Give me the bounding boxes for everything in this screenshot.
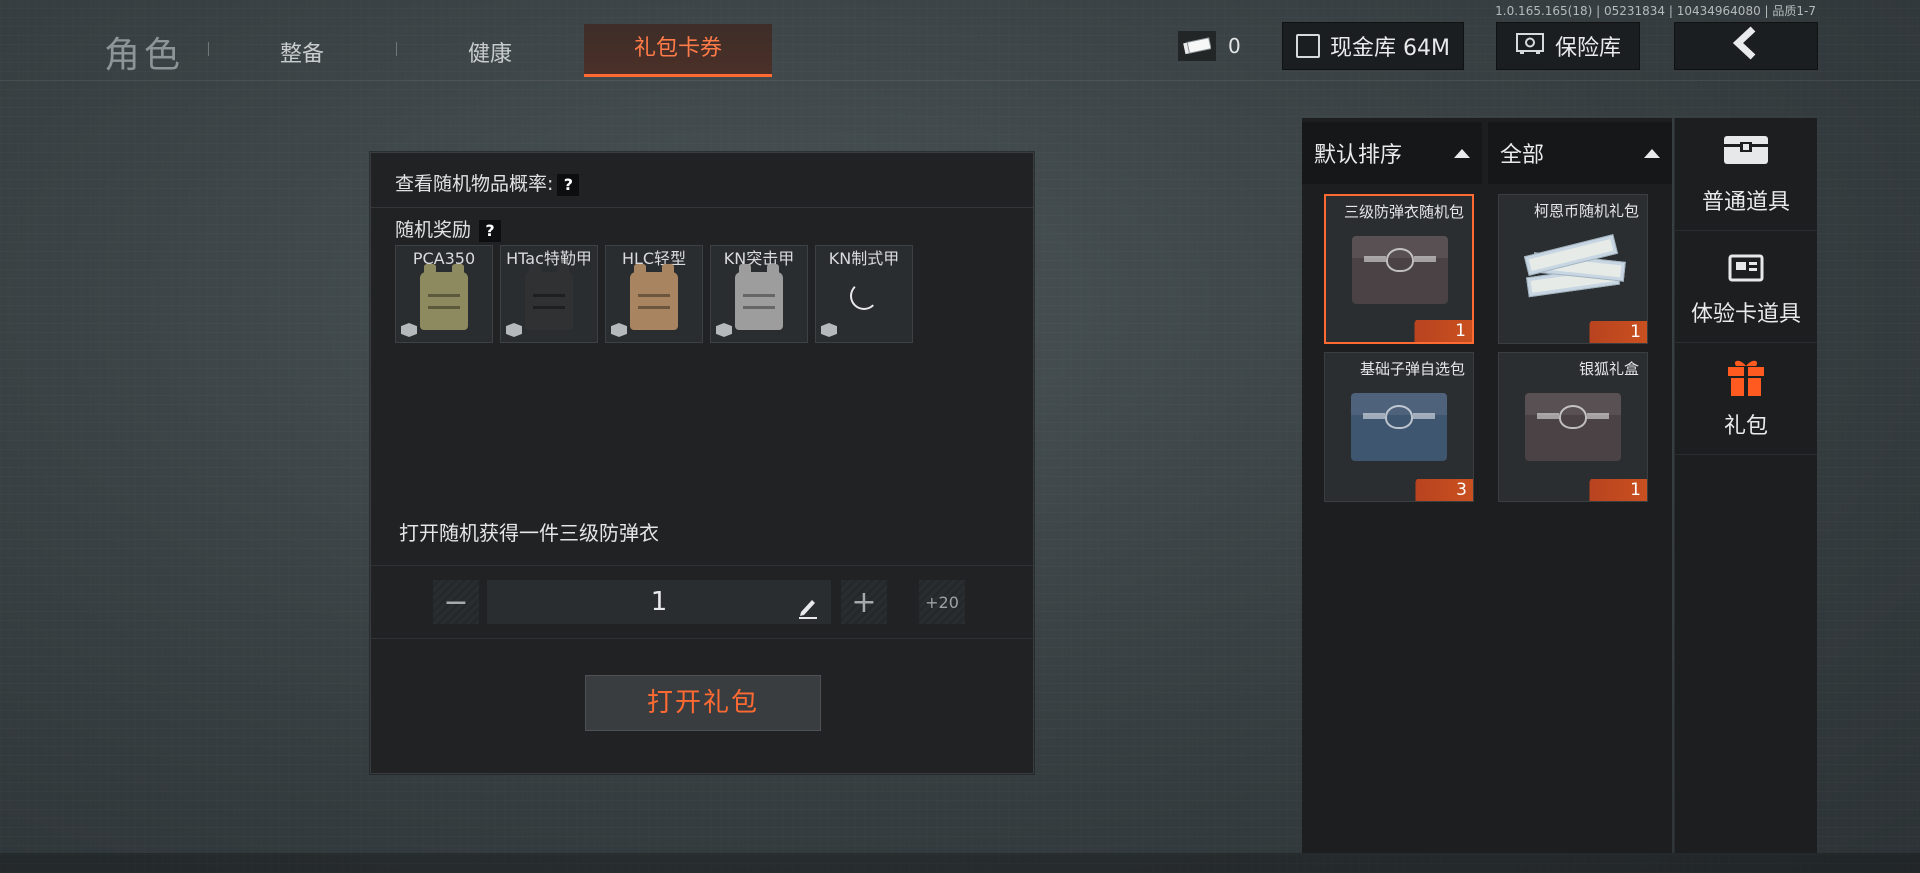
category-label: 普通道具 [1701, 190, 1790, 215]
item-count: 1 [1455, 321, 1466, 341]
dialog-header: 查看随机物品概率:? [371, 153, 1033, 208]
reward-name: KN制式甲 [828, 249, 900, 268]
decrease-button[interactable]: − [433, 580, 479, 624]
header-divider [0, 80, 1920, 81]
inventory-panel: 默认排序 全部 三级防弹衣随机包 1 柯恩币随机礼包 1 基础子弹自选包 3 银… [1302, 118, 1672, 853]
cash-vault-button[interactable]: 现金库 64M [1282, 22, 1464, 70]
category-label: 礼包 [1723, 414, 1768, 439]
help-icon[interactable]: ? [479, 219, 502, 242]
reward-label: 随机奖励 [395, 219, 472, 241]
tab-equipment[interactable]: 整备 [280, 36, 324, 68]
reward-item[interactable]: PCA350 [395, 245, 493, 343]
item-count-badge: 1 [1579, 321, 1647, 343]
edit-icon[interactable] [797, 590, 819, 619]
increase-button[interactable]: + [841, 580, 887, 624]
reward-name: HTac特勤甲 [506, 249, 592, 268]
safe-button[interactable]: 保险库 [1496, 22, 1640, 70]
vest-icon [525, 264, 573, 330]
quantity-value: 1 [650, 587, 668, 617]
category-label: 体验卡道具 [1690, 302, 1801, 327]
sort-label: 默认排序 [1314, 143, 1403, 168]
add-twenty-button[interactable]: +20 [919, 580, 965, 624]
cash-vault-label: 现金库 64M [1330, 36, 1450, 61]
reward-name: KN突击甲 [723, 249, 795, 268]
reward-name: PCA350 [412, 249, 476, 268]
item-name: 基础子弹自选包 [1359, 360, 1465, 378]
cube-icon [611, 323, 627, 337]
probability-row[interactable]: 查看随机物品概率:? [395, 169, 580, 196]
quantity-row: − 1 + +20 [371, 565, 1033, 639]
probability-label: 查看随机物品概率: [395, 173, 554, 195]
vest-icon [420, 264, 468, 330]
chest-icon [1722, 132, 1770, 170]
reward-list: PCA350 HTac特勤甲 HLC轻型 KN突击甲 KN制式甲 [395, 245, 913, 343]
tab-health[interactable]: 健康 [468, 36, 512, 68]
item-name: 银狐礼盒 [1578, 360, 1639, 378]
banknote-icon [1178, 31, 1216, 61]
inventory-item[interactable]: 柯恩币随机礼包 1 [1498, 194, 1648, 344]
category-sidebar: 普通道具 体验卡道具 礼包 [1674, 118, 1817, 853]
loading-spinner-icon [850, 282, 878, 310]
item-count: 1 [1630, 480, 1641, 500]
vest-icon [630, 264, 678, 330]
item-count: 3 [1456, 480, 1467, 500]
pack-description: 打开随机获得一件三级防弹衣 [399, 521, 659, 545]
reward-item[interactable]: KN制式甲 [815, 245, 913, 343]
cube-icon [821, 323, 837, 337]
reward-section-title: 随机奖励? [395, 215, 502, 242]
reward-item[interactable]: KN突击甲 [710, 245, 808, 343]
currency-display: 0 [1178, 28, 1241, 64]
nav-divider [208, 42, 209, 56]
tab-gift-coupons[interactable]: 礼包卡券 [584, 24, 772, 77]
safe-icon [1515, 31, 1545, 61]
caret-up-icon [1454, 148, 1470, 158]
category-label: 全部 [1500, 143, 1545, 168]
money-stack-icon [1523, 234, 1626, 299]
vest-icon [735, 264, 783, 330]
inventory-item[interactable]: 三级防弹衣随机包 1 [1324, 194, 1474, 344]
nav-divider [396, 42, 397, 56]
version-info: 1.0.165.165(18) | 05231834 | 10434964080… [1495, 4, 1816, 18]
inventory-item[interactable]: 基础子弹自选包 3 [1324, 352, 1474, 502]
caret-up-icon [1644, 148, 1660, 158]
quantity-field[interactable]: 1 [487, 580, 831, 624]
item-name: 三级防弹衣随机包 [1344, 203, 1465, 221]
reward-item[interactable]: HTac特勤甲 [500, 245, 598, 343]
item-count-badge: 3 [1405, 479, 1473, 501]
page-title: 角色 [104, 35, 185, 76]
category-trial-card-items[interactable]: 体验卡道具 [1675, 230, 1817, 343]
cube-icon [716, 323, 732, 337]
chevron-left-icon [1731, 26, 1761, 66]
reward-item[interactable]: HLC轻型 [605, 245, 703, 343]
cube-icon [401, 323, 417, 337]
cube-icon [506, 323, 522, 337]
category-dropdown[interactable]: 全部 [1488, 122, 1672, 184]
inventory-item[interactable]: 银狐礼盒 1 [1498, 352, 1648, 502]
crate-icon [1352, 236, 1448, 304]
crate-icon [1351, 393, 1447, 461]
crate-icon [1525, 393, 1621, 461]
category-gift-packs[interactable]: 礼包 [1675, 342, 1817, 455]
item-count: 1 [1630, 322, 1641, 342]
item-count-badge: 1 [1579, 479, 1647, 501]
help-icon[interactable]: ? [557, 173, 580, 196]
back-button[interactable] [1674, 22, 1818, 70]
currency-value: 0 [1228, 34, 1241, 58]
item-count-badge: 1 [1404, 320, 1472, 342]
bottom-bar [0, 853, 1920, 873]
category-normal-items[interactable]: 普通道具 [1675, 118, 1817, 231]
gift-icon [1726, 356, 1766, 402]
vault-icon [1296, 34, 1320, 58]
item-name: 柯恩币随机礼包 [1533, 202, 1639, 220]
safe-label: 保险库 [1554, 36, 1621, 61]
open-pack-button[interactable]: 打开礼包 [585, 675, 821, 731]
sort-dropdown[interactable]: 默认排序 [1302, 122, 1482, 184]
gift-pack-dialog: 查看随机物品概率:? 随机奖励? PCA350 HTac特勤甲 HLC轻型 KN… [370, 152, 1034, 774]
card-icon [1728, 252, 1764, 286]
reward-name: HLC轻型 [621, 249, 687, 268]
